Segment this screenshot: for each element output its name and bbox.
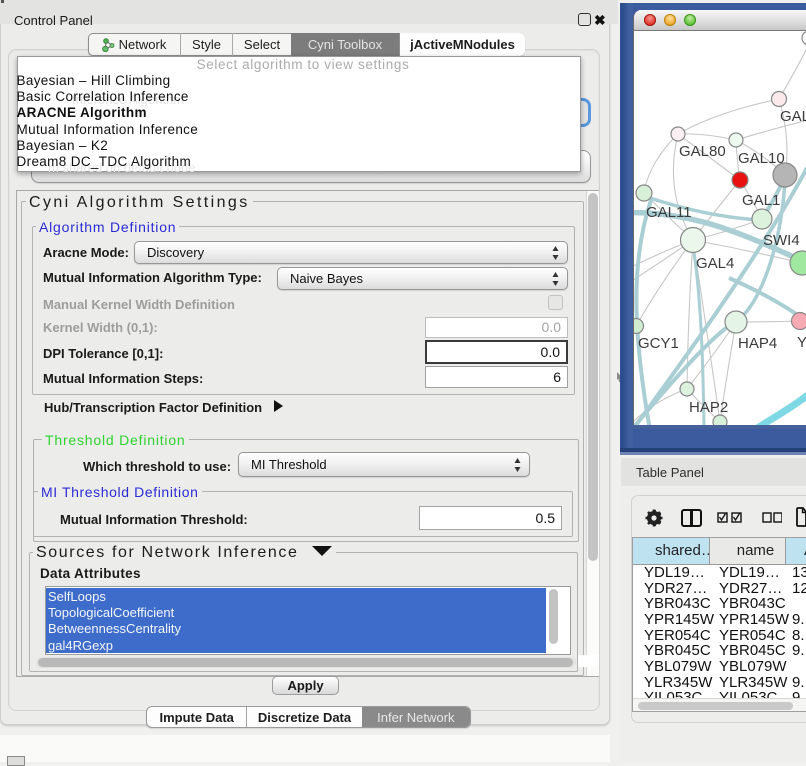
- svg-text:Y: Y: [797, 334, 806, 351]
- svg-text:HAP2: HAP2: [689, 399, 728, 416]
- svg-text:GCY1: GCY1: [638, 335, 679, 352]
- svg-text:GAL1: GAL1: [742, 192, 780, 209]
- svg-text:GAL11: GAL11: [646, 204, 692, 221]
- svg-text:SWI4: SWI4: [763, 232, 800, 249]
- svg-text:GAL10: GAL10: [738, 150, 785, 167]
- svg-text:GAL80: GAL80: [679, 143, 726, 160]
- svg-text:GAL8: GAL8: [780, 108, 806, 125]
- svg-text:GAL4: GAL4: [696, 255, 734, 272]
- svg-text:HAP4: HAP4: [738, 335, 777, 352]
